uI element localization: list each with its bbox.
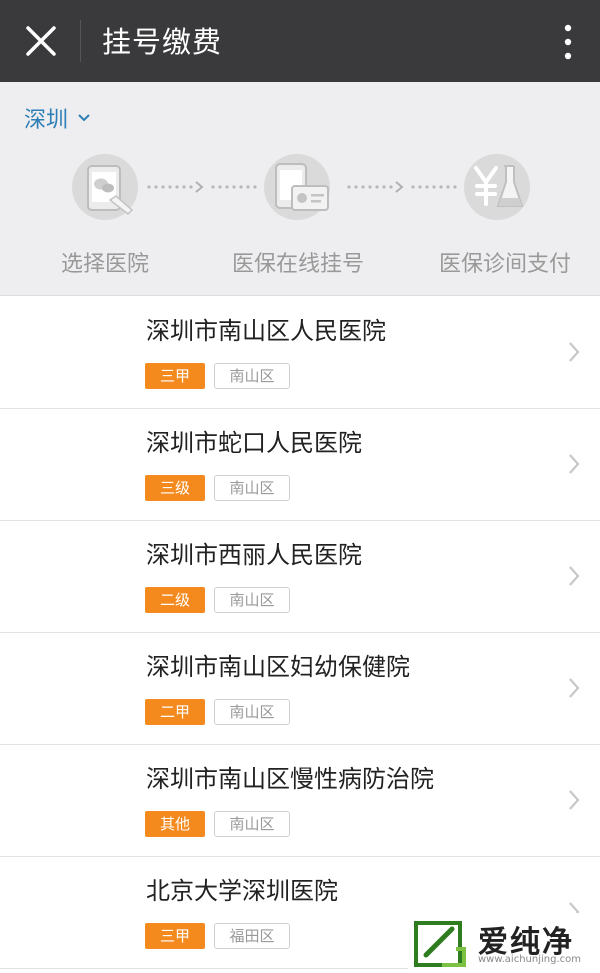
chevron-right-icon bbox=[569, 678, 580, 698]
district-badge: 南山区 bbox=[214, 363, 290, 389]
level-badge: 三级 bbox=[145, 475, 205, 501]
hospital-row[interactable]: 深圳市南山区妇幼保健院 二甲 南山区 bbox=[0, 633, 600, 745]
title-divider bbox=[80, 20, 81, 62]
hospital-tags: 三甲 南山区 bbox=[145, 363, 290, 389]
phone-card-icon bbox=[264, 154, 330, 220]
district-badge: 南山区 bbox=[214, 475, 290, 501]
step-arrow-icon bbox=[147, 181, 204, 193]
more-options-icon[interactable] bbox=[558, 22, 578, 62]
district-badge: 福田区 bbox=[214, 923, 290, 949]
step-label-clinic-payment: 医保诊间支付 bbox=[438, 252, 571, 277]
hospital-name: 深圳市南山区妇幼保健院 bbox=[146, 653, 410, 681]
hospital-row[interactable]: 深圳市南山区人民医院 三甲 南山区 bbox=[0, 297, 600, 409]
chevron-right-icon bbox=[569, 566, 580, 586]
yuan-flask-icon bbox=[464, 154, 530, 220]
watermark-url: www.aichunjing.com bbox=[478, 954, 581, 965]
hospital-name: 深圳市南山区慢性病防治院 bbox=[146, 765, 434, 793]
hospital-tags: 二级 南山区 bbox=[145, 587, 290, 613]
hospital-name: 深圳市蛇口人民医院 bbox=[146, 429, 362, 457]
hospital-tags: 三级 南山区 bbox=[145, 475, 290, 501]
hospital-list: 深圳市南山区人民医院 三甲 南山区 深圳市蛇口人民医院 三级 南山区 深圳市西丽… bbox=[0, 297, 600, 969]
chevron-down-icon bbox=[78, 114, 90, 122]
watermark: 爱纯净 www.aichunjing.com bbox=[408, 913, 600, 973]
page-title: 挂号缴费 bbox=[102, 25, 223, 59]
chevron-right-icon bbox=[569, 790, 580, 810]
hospital-name: 深圳市南山区人民医院 bbox=[146, 317, 386, 345]
hospital-name: 北京大学深圳医院 bbox=[146, 877, 338, 905]
step-label-online-registration: 医保在线挂号 bbox=[231, 252, 364, 277]
step-dots-icon bbox=[211, 185, 257, 189]
city-label: 深圳 bbox=[24, 108, 69, 133]
step-dots-icon bbox=[411, 185, 457, 189]
city-selector[interactable]: 深圳 bbox=[24, 102, 90, 134]
hospital-tags: 三甲 福田区 bbox=[145, 923, 290, 949]
title-bar: 挂号缴费 bbox=[0, 0, 600, 82]
hospital-row[interactable]: 深圳市蛇口人民医院 三级 南山区 bbox=[0, 409, 600, 521]
watermark-logo-icon bbox=[414, 921, 466, 967]
level-badge: 三甲 bbox=[145, 923, 205, 949]
chevron-right-icon bbox=[569, 454, 580, 474]
hospital-tags: 其他 南山区 bbox=[145, 811, 290, 837]
process-header: 深圳 选择医院 医保在线挂号 医保诊间支付 bbox=[0, 82, 600, 296]
hospital-row[interactable]: 深圳市南山区慢性病防治院 其他 南山区 bbox=[0, 745, 600, 857]
hospital-name: 深圳市西丽人民医院 bbox=[146, 541, 362, 569]
hospital-row[interactable]: 深圳市西丽人民医院 二级 南山区 bbox=[0, 521, 600, 633]
level-badge: 三甲 bbox=[145, 363, 205, 389]
step-label-select-hospital: 选择医院 bbox=[60, 252, 149, 277]
level-badge: 二级 bbox=[145, 587, 205, 613]
chevron-right-icon bbox=[569, 342, 580, 362]
step-arrow-icon bbox=[347, 181, 404, 193]
district-badge: 南山区 bbox=[214, 699, 290, 725]
close-icon[interactable] bbox=[20, 20, 62, 62]
level-badge: 其他 bbox=[145, 811, 205, 837]
phone-chat-icon bbox=[72, 154, 138, 220]
hospital-tags: 二甲 南山区 bbox=[145, 699, 290, 725]
level-badge: 二甲 bbox=[145, 699, 205, 725]
district-badge: 南山区 bbox=[214, 811, 290, 837]
district-badge: 南山区 bbox=[214, 587, 290, 613]
